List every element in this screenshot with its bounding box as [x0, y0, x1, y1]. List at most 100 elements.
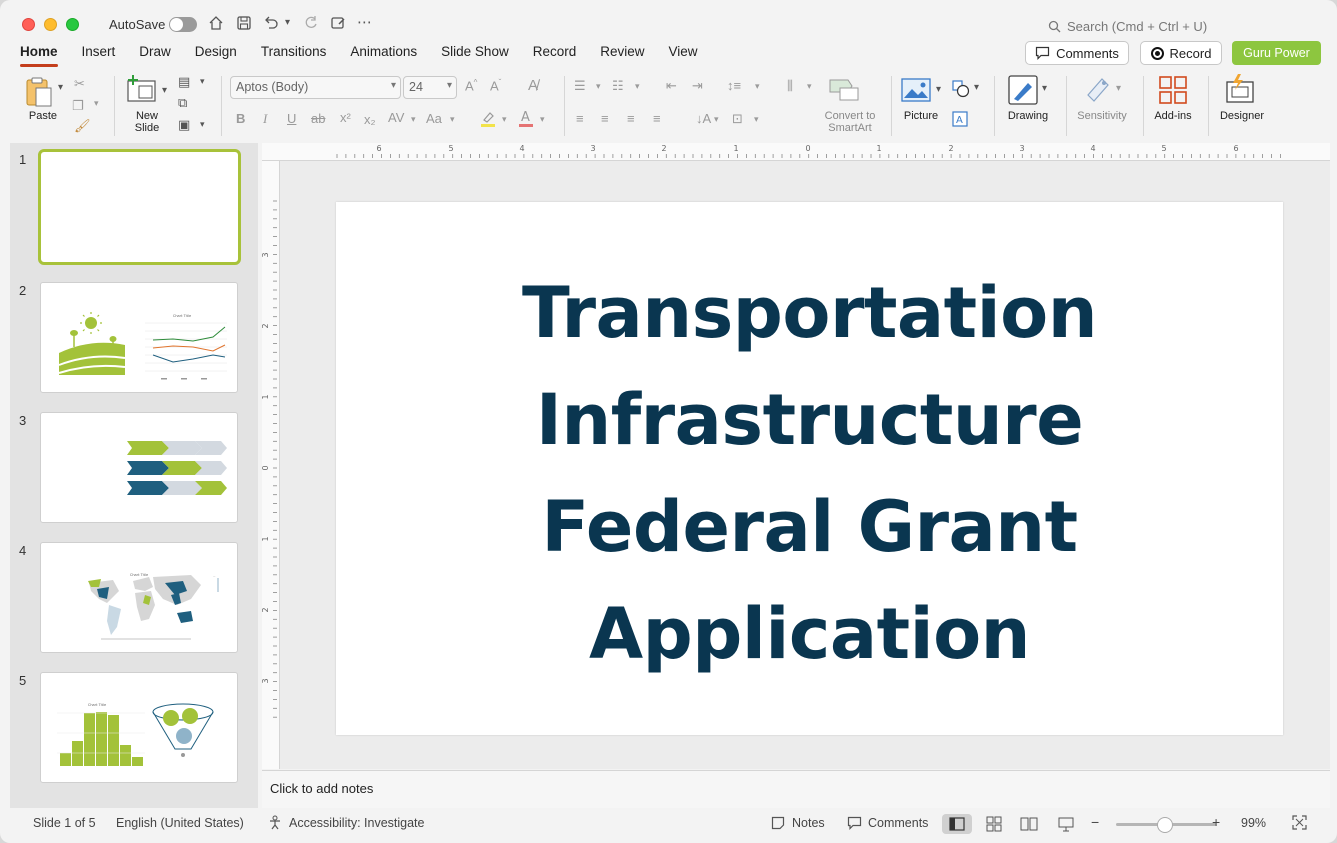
numbering-icon[interactable]: ☷ [612, 78, 624, 94]
align-left-icon[interactable]: ≡ [576, 111, 584, 126]
notes-toggle-label[interactable]: Notes [792, 816, 825, 830]
redo-icon[interactable] [303, 15, 319, 35]
home-icon[interactable] [208, 15, 224, 35]
bullets-icon[interactable]: ☰ [574, 78, 586, 94]
comments-toggle-label[interactable]: Comments [868, 816, 928, 830]
underline-icon[interactable]: U [287, 111, 296, 126]
highlight-icon[interactable] [480, 110, 496, 131]
change-case-icon[interactable]: Aa [426, 111, 442, 126]
columns-dropdown-icon[interactable]: ▾ [807, 81, 812, 92]
superscript-icon[interactable]: x² [340, 110, 351, 125]
text-direction-icon[interactable]: ↓A [696, 111, 711, 126]
reading-view-button[interactable] [1014, 814, 1044, 834]
record-button[interactable]: Record [1140, 41, 1222, 65]
character-spacing-icon[interactable]: AV [388, 110, 404, 125]
normal-view-button[interactable] [942, 814, 972, 834]
justify-icon[interactable]: ≡ [653, 111, 661, 126]
picture-icon[interactable] [901, 78, 931, 105]
layout-icon[interactable]: ▤ [178, 74, 190, 90]
format-painter-icon[interactable]: 🖌 [74, 118, 91, 134]
slide-thumbnail-3[interactable] [40, 412, 238, 523]
tab-transitions[interactable]: Transitions [261, 44, 327, 65]
font-size-select[interactable]: 24 ▾ [403, 76, 457, 99]
slide-sorter-button[interactable] [979, 814, 1009, 834]
increase-indent-icon[interactable]: ⇥ [692, 78, 703, 94]
align-text-dropdown-icon[interactable]: ▾ [754, 114, 759, 125]
cut-icon[interactable]: ✂ [74, 76, 85, 92]
align-text-icon[interactable]: ⊡ [732, 111, 743, 127]
current-slide[interactable]: Transportation Infrastructure Federal Gr… [336, 202, 1283, 735]
language-status[interactable]: English (United States) [116, 816, 244, 830]
accessibility-icon[interactable] [268, 815, 282, 833]
picture-dropdown-icon[interactable]: ▾ [936, 84, 941, 95]
vertical-ruler[interactable]: 3 2 1 0 1 2 3 [261, 161, 280, 769]
change-case-dropdown-icon[interactable]: ▾ [450, 114, 455, 125]
slide-thumbnail-5[interactable]: Chart Title [40, 672, 238, 783]
horizontal-ruler[interactable]: 6 5 4 3 2 1 0 1 2 3 4 5 6 [262, 143, 1330, 161]
font-color-icon[interactable]: A [518, 109, 534, 131]
columns-icon[interactable]: ⫼ [787, 78, 793, 94]
text-direction-dropdown-icon[interactable]: ▾ [714, 114, 719, 125]
numbering-dropdown-icon[interactable]: ▾ [635, 81, 640, 92]
notes-pane[interactable]: Click to add notes [262, 770, 1330, 808]
tab-record[interactable]: Record [533, 44, 577, 65]
section-icon[interactable]: ▣ [178, 117, 190, 133]
smartart-icon[interactable] [828, 76, 860, 105]
sensitivity-icon[interactable] [1084, 75, 1112, 106]
search-box[interactable]: Search (Cmd + Ctrl + U) [1048, 19, 1207, 34]
zoom-slider-handle[interactable] [1157, 817, 1173, 833]
decrease-font-icon[interactable]: Aˇ [490, 78, 501, 93]
paste-icon[interactable] [24, 76, 54, 111]
shapes-icon[interactable] [952, 80, 970, 101]
tab-insert[interactable]: Insert [82, 44, 116, 65]
paste-dropdown-icon[interactable]: ▾ [58, 82, 63, 93]
copy-icon[interactable]: ❐ [72, 98, 84, 114]
customize-icon[interactable] [330, 15, 346, 35]
guru-power-button[interactable]: Guru Power [1232, 41, 1321, 65]
tab-home[interactable]: Home [20, 44, 58, 67]
text-box-icon[interactable]: A [952, 111, 968, 130]
undo-dropdown-icon[interactable]: ▾ [285, 17, 290, 28]
notes-icon[interactable] [771, 816, 785, 833]
font-color-dropdown-icon[interactable]: ▾ [540, 114, 545, 125]
tab-slide-show[interactable]: Slide Show [441, 44, 509, 65]
new-slide-icon[interactable] [126, 75, 158, 106]
character-spacing-dropdown-icon[interactable]: ▾ [411, 114, 416, 125]
section-dropdown-icon[interactable]: ▾ [200, 119, 205, 130]
sensitivity-dropdown-icon[interactable]: ▾ [1116, 83, 1121, 94]
font-name-select[interactable]: Aptos (Body) ▾ [230, 76, 401, 99]
tab-animations[interactable]: Animations [350, 44, 417, 65]
zoom-window-button[interactable] [66, 18, 79, 31]
italic-icon[interactable]: I [263, 111, 267, 127]
decrease-indent-icon[interactable]: ⇤ [666, 78, 677, 94]
tab-draw[interactable]: Draw [139, 44, 171, 65]
highlight-dropdown-icon[interactable]: ▾ [502, 114, 507, 125]
bullets-dropdown-icon[interactable]: ▾ [596, 81, 601, 92]
comments-button[interactable]: Comments [1025, 41, 1129, 65]
add-ins-icon[interactable] [1158, 75, 1188, 108]
zoom-level[interactable]: 99% [1241, 816, 1266, 830]
bold-icon[interactable]: B [236, 111, 245, 126]
slide-title[interactable]: Transportation Infrastructure Federal Gr… [336, 260, 1283, 688]
slide-show-button[interactable] [1051, 814, 1081, 834]
slide-thumbnails-panel[interactable]: 1 2 Chart Title 3 4 Chart Title — 5 Char… [10, 143, 258, 808]
strikethrough-icon[interactable]: ab [311, 111, 325, 126]
align-center-icon[interactable]: ≡ [601, 111, 609, 126]
drawing-icon[interactable] [1008, 75, 1038, 108]
layout-dropdown-icon[interactable]: ▾ [200, 76, 205, 87]
autosave-toggle[interactable] [169, 17, 197, 32]
clear-formatting-icon[interactable]: A̸ [528, 77, 538, 94]
subscript-icon[interactable]: x₂ [364, 112, 376, 127]
shapes-dropdown-icon[interactable]: ▾ [974, 82, 979, 93]
tab-view[interactable]: View [669, 44, 698, 65]
zoom-in-icon[interactable]: + [1212, 814, 1220, 830]
accessibility-status[interactable]: Accessibility: Investigate [289, 816, 424, 830]
designer-icon[interactable] [1224, 74, 1256, 107]
zoom-out-icon[interactable]: − [1091, 814, 1099, 830]
line-spacing-dropdown-icon[interactable]: ▾ [755, 81, 760, 92]
more-icon[interactable]: ⋯ [357, 13, 372, 31]
tab-design[interactable]: Design [195, 44, 237, 65]
align-right-icon[interactable]: ≡ [627, 111, 635, 126]
undo-icon[interactable] [263, 15, 279, 35]
save-icon[interactable] [236, 15, 252, 35]
